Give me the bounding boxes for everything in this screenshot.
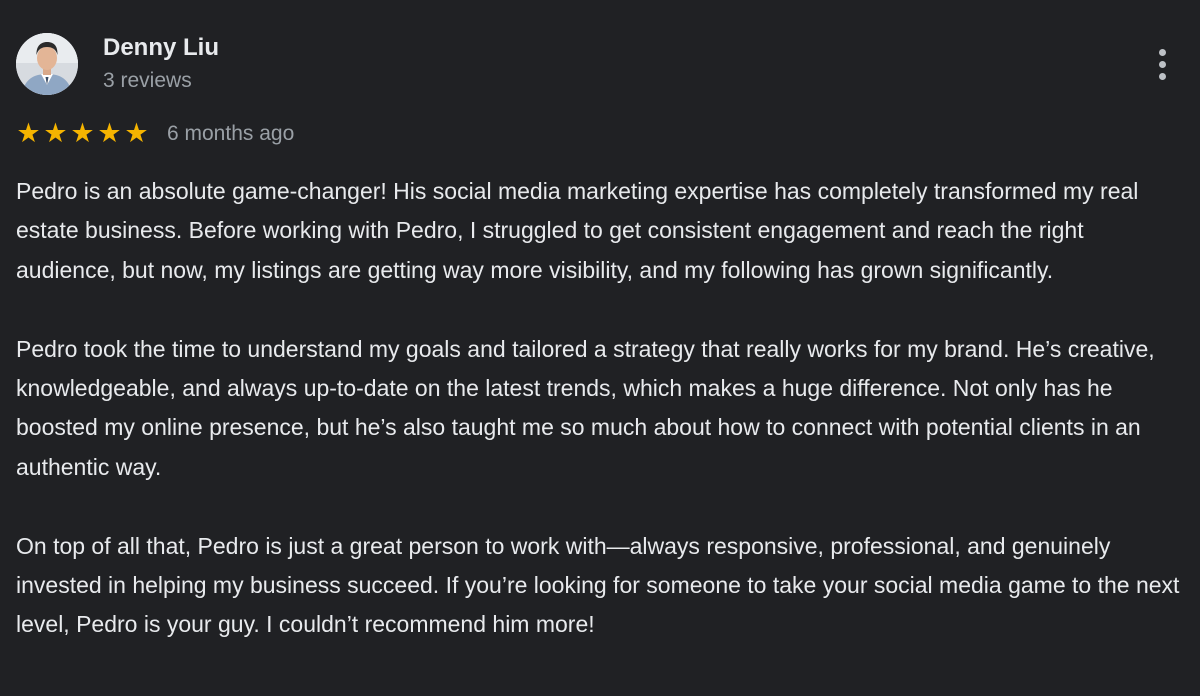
star-icon: ★: [43, 118, 68, 149]
star-icon: ★: [16, 118, 41, 149]
rating-row: ★ ★ ★ ★ ★ 6 months ago: [15, 118, 294, 150]
more-vert-icon-dot: [1158, 60, 1166, 68]
review-time: 6 months ago: [167, 122, 295, 145]
review-card: Denny Liu 3 reviews ★ ★ ★ ★ ★ 6 months ago P…: [0, 0, 1200, 696]
review-paragraph: On top of all that, Pedro is just a grea…: [16, 532, 1180, 638]
reviewer-avatar[interactable]: [16, 33, 78, 95]
more-options-button[interactable]: [1146, 42, 1178, 86]
review-paragraph: Pedro took the time to understand my goa…: [16, 335, 1155, 480]
star-rating: ★ ★ ★ ★ ★: [15, 119, 150, 149]
reviewer-review-count: 3 reviews: [103, 69, 192, 92]
more-vert-icon: [1158, 48, 1166, 56]
review-paragraph: Pedro is an absolute game-changer! His s…: [16, 178, 1139, 283]
person-avatar-icon: [16, 33, 78, 95]
more-vert-icon-dot: [1158, 72, 1166, 80]
review-text: Pedro is an absolute game-changer! His s…: [16, 172, 1186, 645]
star-icon: ★: [124, 118, 149, 149]
reviewer-name[interactable]: Denny Liu: [103, 32, 219, 64]
star-icon: ★: [70, 118, 95, 149]
star-icon: ★: [97, 118, 122, 149]
